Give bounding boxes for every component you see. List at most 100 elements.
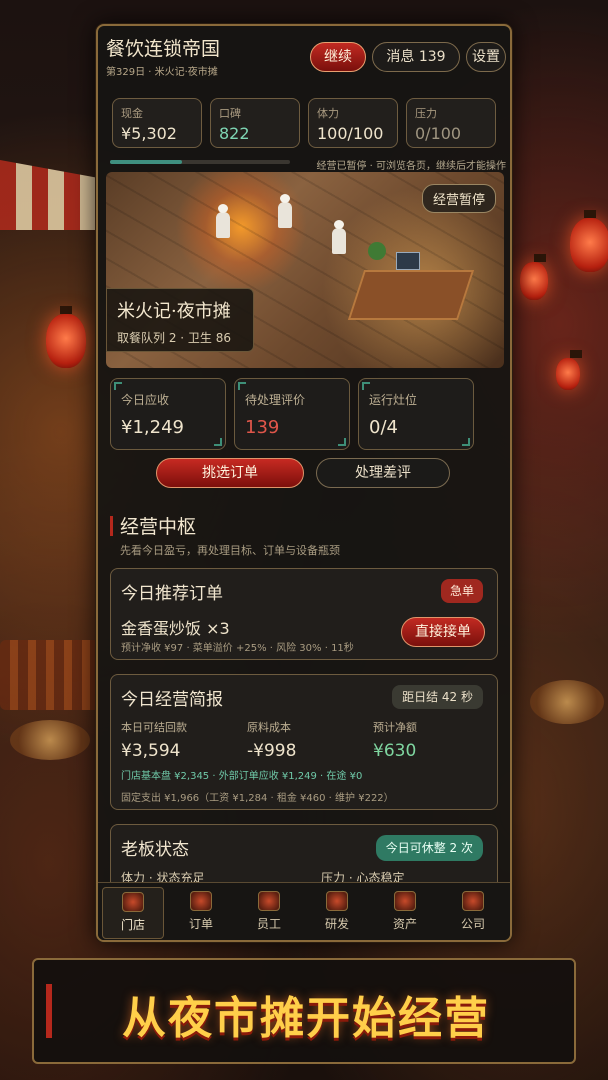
card-title: 老板状态 — [121, 840, 189, 860]
settings-button[interactable]: 设置 — [466, 42, 506, 72]
tab-label: 公司 — [460, 917, 485, 931]
kpi-label: 运行灶位 — [369, 393, 418, 407]
tab-research[interactable]: 研发 — [306, 887, 368, 939]
accept-order-button[interactable]: 直接接单 — [401, 617, 485, 647]
potted-plant-icon — [368, 242, 386, 260]
stat-label: 体力 — [317, 107, 339, 120]
kpi-label: 待处理评价 — [245, 393, 306, 407]
stat-stress: 压力 0/100 — [406, 98, 496, 148]
brief-column: 预计净额 ¥630 — [373, 719, 417, 761]
section-accent-bar — [110, 516, 113, 536]
skewer-grill-decoration — [0, 640, 100, 710]
tab-staff[interactable]: 员工 — [238, 887, 300, 939]
top-bar: 餐饮连锁帝国 第329日 · 米火记·夜市摊 继续 消息 139 设置 — [98, 26, 510, 88]
chef-figure — [216, 204, 230, 238]
messages-button[interactable]: 消息 139 — [372, 42, 460, 72]
stat-label: 压力 — [415, 107, 437, 120]
research-icon — [326, 891, 348, 911]
order-dish: 金香蛋炒饭 ×3 — [121, 619, 230, 638]
kpi-value: 139 — [245, 417, 280, 438]
order-meta: 预计净收 ¥97 · 菜单溢价 +25% · 风险 30% · 11秒 — [121, 643, 354, 654]
section-title: 经营中枢 — [120, 516, 197, 538]
expense-breakdown: 固定支出 ¥1,966（工资 ¥1,284 · 租金 ¥460 · 维护 ¥22… — [121, 793, 394, 804]
day-progress-bar — [110, 160, 290, 164]
recommended-order-card: 今日推荐订单 急单 金香蛋炒饭 ×3 预计净收 ¥97 · 菜单溢价 +25% … — [110, 568, 498, 660]
order-icon — [190, 891, 212, 911]
tab-label: 门店 — [120, 918, 145, 932]
restaurant-scene[interactable]: 经营暂停 米火记·夜市摊 取餐队列 2 · 卫生 86 — [106, 172, 504, 368]
assets-icon — [394, 891, 416, 911]
red-lantern-decoration — [570, 210, 608, 272]
handle-reviews-button[interactable]: 处理差评 — [316, 458, 450, 488]
corner-ornament — [462, 438, 470, 446]
income-breakdown: 门店基本盘 ¥2,345 · 外部订单应收 ¥1,249 · 在途 ¥0 — [121, 771, 363, 782]
paused-badge: 经营暂停 — [421, 184, 496, 213]
card-title: 今日经营简报 — [121, 690, 223, 710]
tab-label: 资产 — [392, 917, 417, 931]
stall-awning-decoration — [0, 160, 96, 230]
continue-button[interactable]: 继续 — [310, 42, 366, 72]
company-icon — [462, 891, 484, 911]
corner-ornament — [238, 382, 246, 390]
rest-available-button[interactable]: 今日可休整 2 次 — [375, 835, 483, 861]
store-meta: 取餐队列 2 · 卫生 86 — [117, 331, 231, 345]
store-name-card: 米火记·夜市摊 取餐队列 2 · 卫生 86 — [106, 288, 254, 352]
tab-label: 研发 — [324, 917, 349, 931]
cash-register-icon — [396, 252, 420, 270]
stat-value: 100/100 — [317, 124, 384, 143]
stat-reputation: 口碑 822 — [210, 98, 300, 148]
brief-value: ¥630 — [373, 741, 417, 761]
bottom-tab-bar: 门店 订单 员工 研发 资产 公司 — [98, 882, 510, 940]
kpi-receivable: 今日应收 ¥1,249 — [110, 378, 226, 450]
service-counter — [347, 270, 475, 320]
brief-column: 本日可结回款 ¥3,594 — [121, 719, 187, 761]
tab-company[interactable]: 公司 — [442, 887, 504, 939]
banner-text: 从夜市摊开始经营 — [122, 993, 490, 1044]
game-panel: 餐饮连锁帝国 第329日 · 米火记·夜市摊 继续 消息 139 设置 现金 ¥… — [96, 24, 512, 942]
settlement-timer: 距日结 42 秒 — [392, 685, 483, 709]
food-bowl-decoration — [530, 680, 604, 724]
corner-ornament — [338, 438, 346, 446]
brief-value: ¥3,594 — [121, 741, 181, 761]
staff-icon — [258, 891, 280, 911]
brief-column: 原料成本 -¥998 — [247, 719, 296, 761]
tab-orders[interactable]: 订单 — [170, 887, 232, 939]
stat-label: 口碑 — [219, 107, 241, 120]
red-lantern-decoration — [520, 254, 548, 300]
corner-ornament — [114, 382, 122, 390]
chef-figure — [332, 220, 346, 254]
stat-value: ¥5,302 — [121, 124, 177, 143]
store-name: 米火记·夜市摊 — [117, 301, 231, 322]
brief-label: 本日可结回款 — [121, 721, 187, 734]
pause-notice: 经营已暂停 · 可浏览各页，继续后才能操作 — [316, 161, 506, 172]
stat-cash: 现金 ¥5,302 — [112, 98, 202, 148]
promo-banner: 从夜市摊开始经营 — [32, 958, 576, 1064]
brief-label: 预计净额 — [373, 721, 417, 734]
red-lantern-decoration — [46, 306, 86, 368]
kpi-pending-reviews: 待处理评价 139 — [234, 378, 350, 450]
storefront-icon — [122, 892, 144, 912]
stat-value: 0/100 — [415, 124, 462, 143]
kpi-stoves: 运行灶位 0/4 — [358, 378, 474, 450]
stat-stamina: 体力 100/100 — [308, 98, 398, 148]
tab-label: 员工 — [256, 917, 281, 931]
corner-ornament — [214, 438, 222, 446]
day-and-store-subtitle: 第329日 · 米火记·夜市摊 — [106, 67, 218, 78]
game-title: 餐饮连锁帝国 — [106, 38, 221, 60]
section-description: 先看今日盈亏，再处理目标、订单与设备瓶颈 — [120, 544, 340, 557]
corner-ornament — [362, 382, 370, 390]
tab-label: 订单 — [188, 917, 213, 931]
pick-orders-button[interactable]: 挑选订单 — [156, 458, 304, 488]
tab-store[interactable]: 门店 — [102, 887, 164, 939]
tab-assets[interactable]: 资产 — [374, 887, 436, 939]
stat-value: 822 — [219, 124, 250, 143]
urgent-tag: 急单 — [441, 579, 483, 603]
card-title: 今日推荐订单 — [121, 584, 223, 604]
kpi-value: 0/4 — [369, 417, 398, 438]
day-progress-fill — [110, 160, 182, 164]
kpi-value: ¥1,249 — [121, 417, 184, 438]
brief-value: -¥998 — [247, 741, 297, 761]
chef-figure — [278, 194, 292, 228]
stat-label: 现金 — [121, 107, 143, 120]
kpi-label: 今日应收 — [121, 393, 170, 407]
